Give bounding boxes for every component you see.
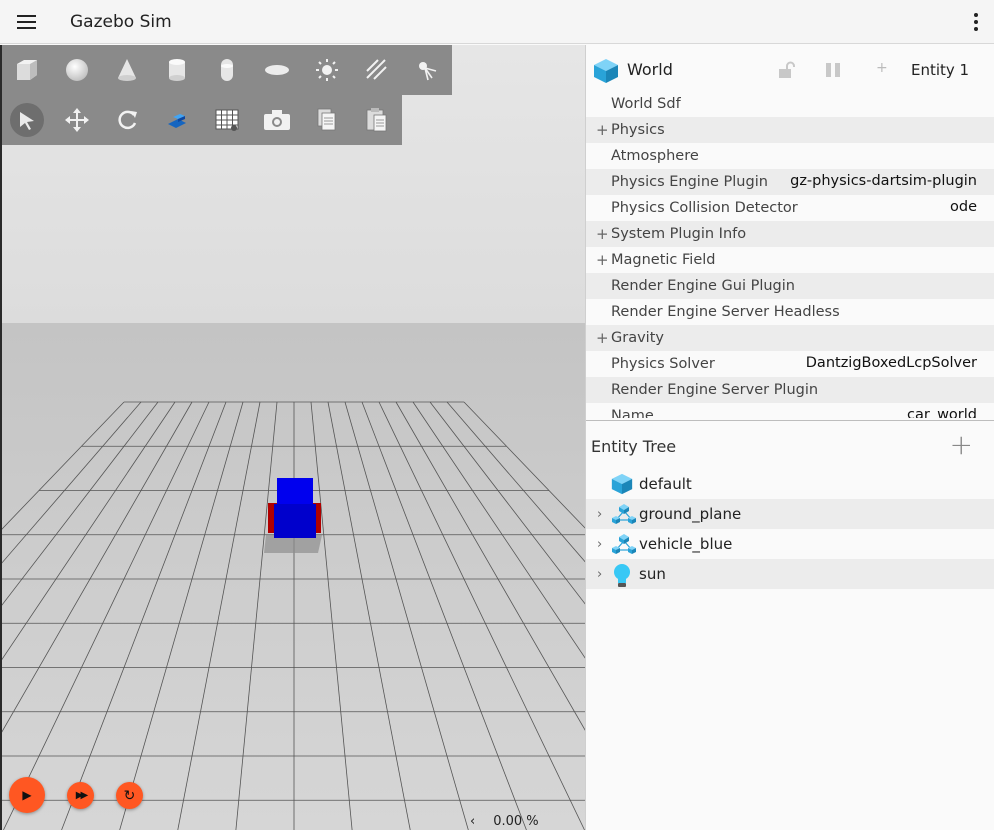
copy-icon[interactable] bbox=[302, 96, 352, 144]
component-row[interactable]: + Gravity bbox=[586, 325, 994, 351]
component-row: Physics Collision Detector ode bbox=[611, 199, 977, 216]
component-row[interactable]: + Physics bbox=[586, 117, 994, 143]
real-time-factor: ‹ 0.00 % bbox=[470, 814, 539, 829]
chevron-right-icon[interactable]: › bbox=[597, 507, 602, 522]
component-row: Physics Engine Plugin gz-physics-dartsim-… bbox=[586, 169, 994, 195]
sphere-shape-icon[interactable] bbox=[52, 46, 102, 94]
capsule-shape-icon[interactable] bbox=[202, 46, 252, 94]
expand-plus-icon[interactable]: + bbox=[596, 121, 609, 139]
component-row: Render Engine Server Plugin bbox=[586, 377, 994, 403]
hamburger-menu-icon[interactable] bbox=[0, 0, 52, 44]
component-row: World Sdf bbox=[611, 96, 681, 112]
expand-plus-icon[interactable]: + bbox=[596, 329, 609, 347]
component-row: Physics Solver DantzigBoxedLcpSolver bbox=[611, 355, 977, 372]
tree-item-default[interactable]: default bbox=[586, 469, 994, 499]
shapes-toolbar bbox=[2, 45, 452, 95]
reset-button[interactable]: ↻ bbox=[116, 782, 143, 809]
component-row: Name car_world bbox=[611, 407, 977, 418]
grid-config-icon[interactable] bbox=[202, 96, 252, 144]
component-inspector-header: World + Entity 1 bbox=[586, 45, 994, 95]
world-icon bbox=[593, 58, 619, 88]
inspector-entity-name: World bbox=[627, 60, 673, 79]
component-row[interactable]: + System Plugin Info bbox=[586, 221, 994, 247]
chevron-right-icon[interactable]: › bbox=[597, 567, 602, 582]
select-mode-icon[interactable] bbox=[2, 96, 52, 144]
right-panel: World + Entity 1 World Sdf + Physics Atmo… bbox=[585, 45, 994, 830]
screenshot-camera-icon[interactable] bbox=[252, 96, 302, 144]
rotate-mode-icon[interactable] bbox=[102, 96, 152, 144]
component-list[interactable]: World Sdf + Physics Atmosphere Physics En… bbox=[586, 91, 994, 418]
lock-icon[interactable] bbox=[776, 61, 796, 83]
ellipsoid-shape-icon[interactable] bbox=[252, 46, 302, 94]
add-entity-icon[interactable]: + bbox=[950, 431, 973, 459]
play-button[interactable]: ▶ bbox=[9, 777, 45, 813]
snap-icon[interactable] bbox=[152, 96, 202, 144]
entity-tree: default › ground_plane › vehicle_blue › bbox=[586, 469, 994, 589]
component-row: Render Engine Server Headless bbox=[611, 304, 840, 320]
tree-item-ground-plane[interactable]: › ground_plane bbox=[586, 499, 994, 529]
scene-3d-viewport[interactable] bbox=[0, 45, 585, 830]
more-options-icon[interactable] bbox=[964, 0, 988, 44]
add-component-icon[interactable]: + bbox=[876, 60, 888, 76]
component-row[interactable]: + Magnetic Field bbox=[586, 247, 994, 273]
entity-id-label: Entity 1 bbox=[911, 61, 970, 79]
gazebo-app: Gazebo Sim ▶ ▶▶ ↻ ‹ 0.00 % World + Entit… bbox=[0, 0, 994, 830]
chevron-right-icon[interactable]: › bbox=[597, 537, 602, 552]
expand-plus-icon[interactable]: + bbox=[596, 225, 609, 243]
scene-render bbox=[2, 45, 585, 830]
paste-icon[interactable] bbox=[352, 96, 402, 144]
tree-item-sun[interactable]: › sun bbox=[586, 559, 994, 589]
cylinder-shape-icon[interactable] bbox=[152, 46, 202, 94]
expand-plus-icon[interactable]: + bbox=[596, 251, 609, 269]
entity-tree-title: Entity Tree bbox=[591, 437, 677, 456]
point-light-icon[interactable] bbox=[302, 46, 352, 94]
spot-light-icon[interactable] bbox=[402, 46, 452, 94]
directional-light-icon[interactable] bbox=[352, 46, 402, 94]
cone-shape-icon[interactable] bbox=[102, 46, 152, 94]
rtf-expand-icon[interactable]: ‹ bbox=[470, 814, 475, 829]
transform-toolbar bbox=[2, 95, 402, 145]
world-icon bbox=[611, 473, 633, 499]
title-bar: Gazebo Sim bbox=[0, 0, 994, 44]
step-forward-button[interactable]: ▶▶ bbox=[67, 782, 94, 809]
app-title: Gazebo Sim bbox=[70, 11, 172, 32]
component-row: Atmosphere bbox=[611, 148, 699, 164]
light-bulb-icon bbox=[611, 563, 633, 593]
tree-item-vehicle-blue[interactable]: › vehicle_blue bbox=[586, 529, 994, 559]
model-icon bbox=[611, 503, 637, 531]
component-row: Render Engine Gui Plugin bbox=[586, 273, 994, 299]
entity-tree-header: Entity Tree + bbox=[586, 421, 994, 469]
translate-mode-icon[interactable] bbox=[52, 96, 102, 144]
rtf-value: 0.00 % bbox=[493, 814, 539, 829]
model-icon bbox=[611, 533, 637, 561]
pause-updates-icon[interactable] bbox=[824, 62, 842, 82]
box-shape-icon[interactable] bbox=[2, 46, 52, 94]
